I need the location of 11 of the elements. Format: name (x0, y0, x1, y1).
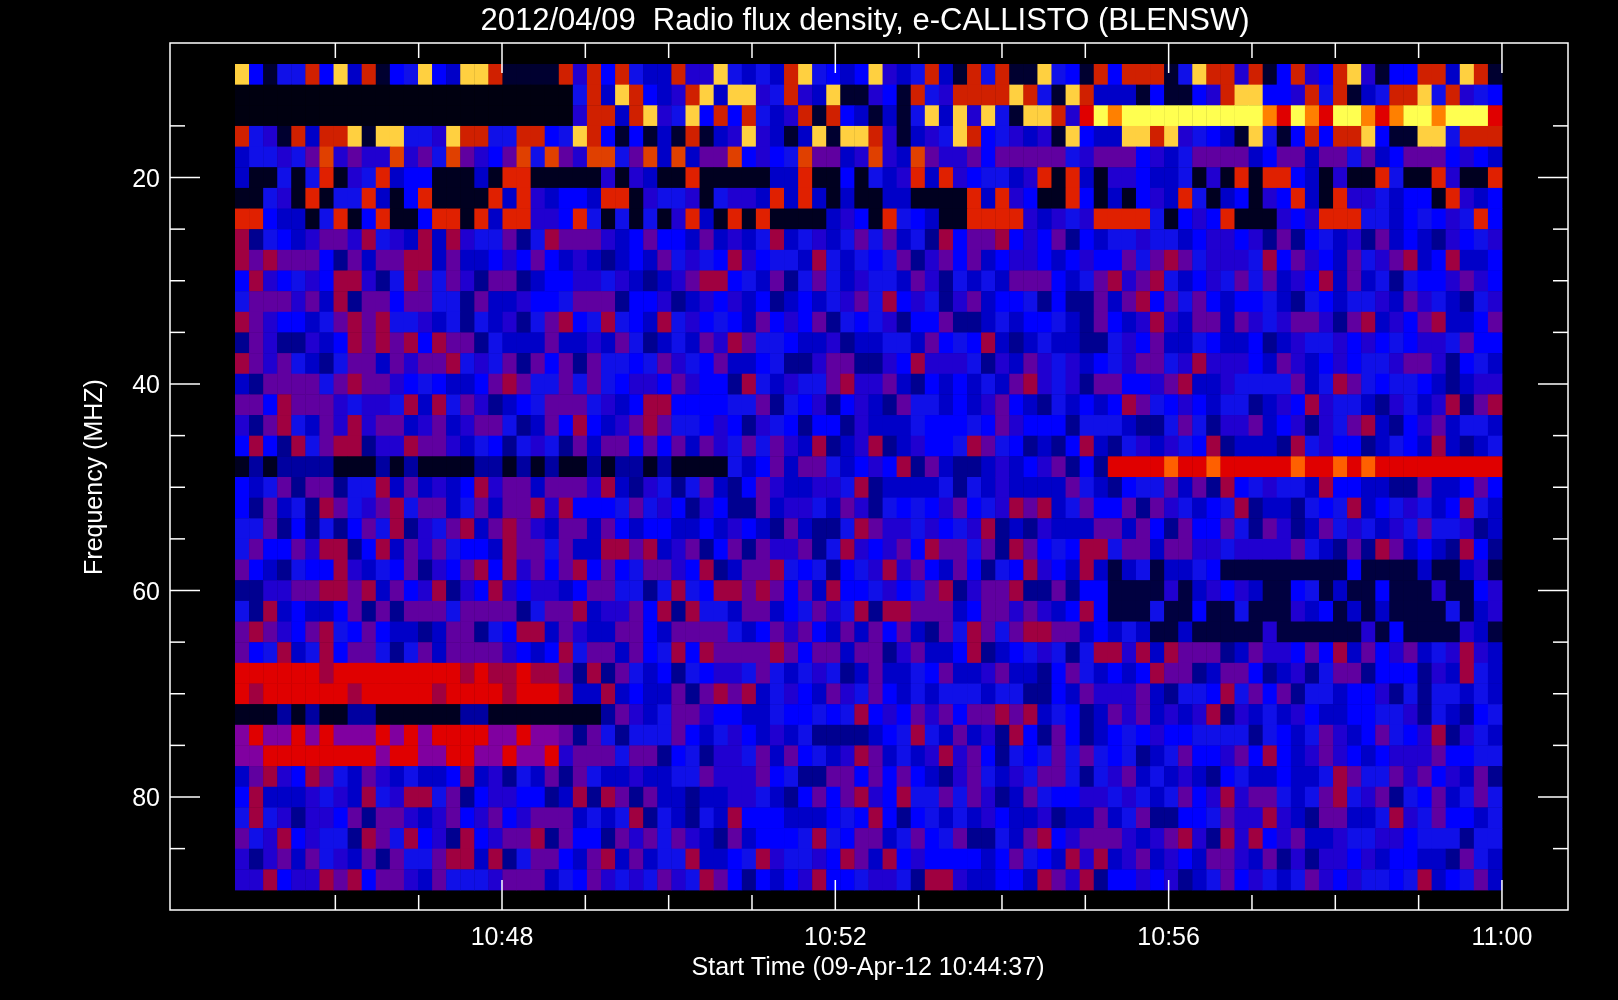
axis-tick-label: 80 (132, 783, 160, 811)
axis-tick-label: 40 (132, 370, 160, 398)
axis-tick-label: 11:00 (1471, 922, 1533, 950)
axis-tick-label: 10:48 (470, 922, 534, 950)
x-axis-label: Start Time (09-Apr-12 10:44:37) (691, 952, 1045, 980)
axis-tick-label: 10:56 (1137, 922, 1200, 950)
chart-title: 2012/04/09 Radio flux density, e-CALLISTO (BLENSW) (480, 2, 1250, 37)
axis-tick-label: 60 (132, 576, 160, 605)
axis-tick-label: 20 (132, 163, 160, 192)
axis-tick-label: 10:52 (804, 922, 867, 950)
y-axis-label: Frequency (MHZ) (79, 379, 107, 575)
